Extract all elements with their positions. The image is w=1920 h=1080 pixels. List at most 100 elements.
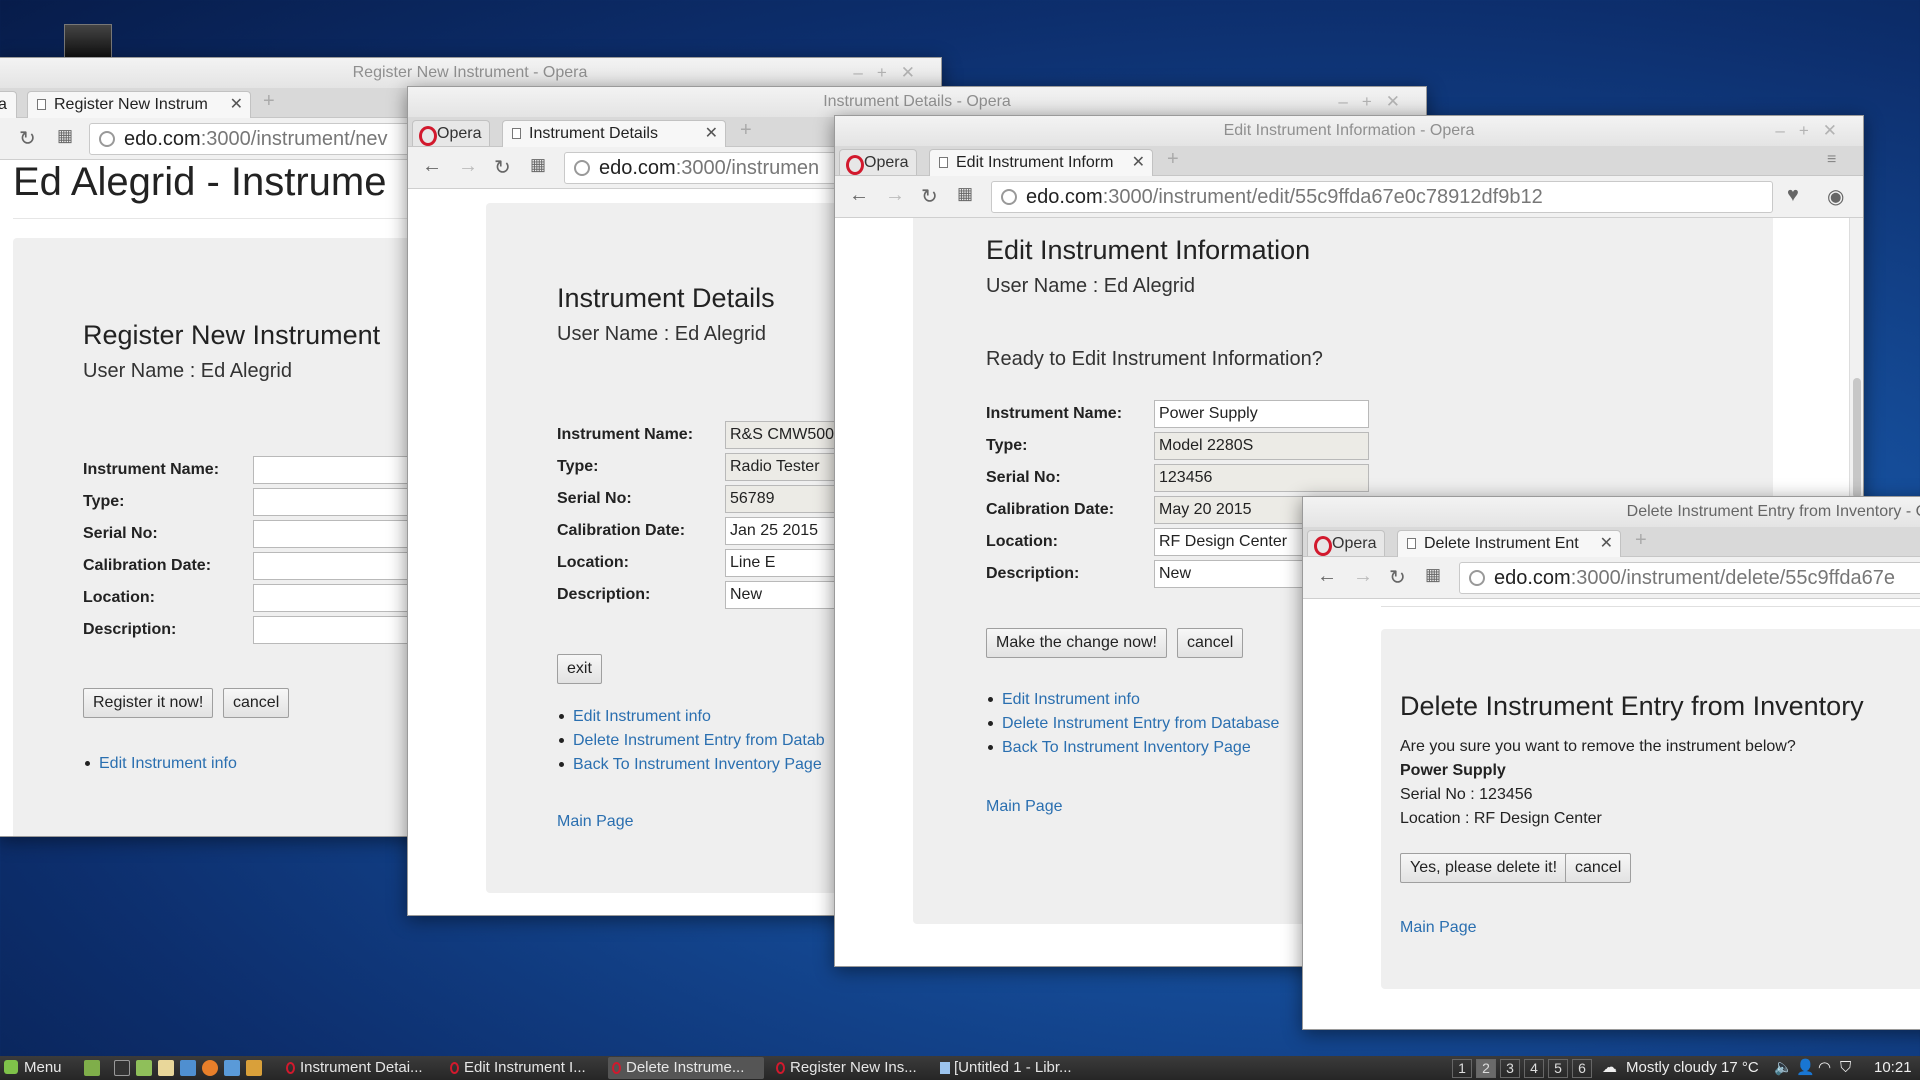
- close-tab-icon[interactable]: ✕: [705, 121, 718, 147]
- opera-menu-button[interactable]: Opera: [1307, 530, 1386, 556]
- main-page-link[interactable]: Main Page: [557, 813, 634, 831]
- workspace-4[interactable]: 4: [1524, 1059, 1544, 1078]
- desktop-icon[interactable]: [64, 24, 112, 58]
- close-tab-icon[interactable]: ✕: [230, 92, 243, 118]
- taskbar-item-edit[interactable]: Edit Instrument I...: [446, 1057, 602, 1079]
- back-to-inventory-link[interactable]: Back To Instrument Inventory Page: [557, 753, 825, 777]
- delete-instrument-link[interactable]: Delete Instrument Entry from Database: [986, 712, 1279, 736]
- main-page-link[interactable]: Main Page: [1400, 919, 1477, 937]
- main-page-link[interactable]: Main Page: [986, 798, 1063, 816]
- tab-menu-icon[interactable]: ≡: [1827, 151, 1836, 169]
- instrument-name-input[interactable]: Power Supply: [1154, 400, 1369, 428]
- back-icon[interactable]: ←: [1317, 565, 1337, 588]
- show-desktop-icon[interactable]: [84, 1060, 100, 1076]
- network-icon[interactable]: ◠: [1818, 1056, 1831, 1080]
- new-tab-icon[interactable]: +: [263, 90, 275, 113]
- delete-toolbar: ← → ↻ ▦ edo.com:3000/instrument/delete/5…: [1303, 557, 1920, 599]
- terminal-icon[interactable]: [114, 1060, 130, 1076]
- weather-icon[interactable]: ☁: [1602, 1056, 1617, 1080]
- reload-icon[interactable]: ↻: [1389, 565, 1406, 590]
- workspace-3[interactable]: 3: [1500, 1059, 1520, 1078]
- cancel-button[interactable]: cancel: [1565, 853, 1632, 883]
- window-controls[interactable]: –+✕: [853, 58, 929, 88]
- type-input[interactable]: Model 2280S: [1154, 432, 1369, 460]
- new-tab-icon[interactable]: +: [740, 119, 752, 142]
- new-tab-icon[interactable]: +: [1635, 529, 1647, 552]
- workspace-2[interactable]: 2: [1476, 1059, 1496, 1078]
- files-icon[interactable]: [136, 1060, 152, 1076]
- taskbar-item-delete[interactable]: Delete Instrume...: [608, 1057, 764, 1079]
- speed-dial-icon[interactable]: ▦: [57, 126, 73, 146]
- site-info-icon[interactable]: [99, 131, 115, 147]
- details-titlebar[interactable]: Instrument Details - Opera –+✕: [408, 87, 1426, 117]
- bookmark-heart-icon[interactable]: ♥: [1787, 184, 1799, 207]
- workspace-6[interactable]: 6: [1572, 1059, 1592, 1078]
- cancel-button[interactable]: cancel: [223, 688, 290, 718]
- user-icon[interactable]: 👤: [1796, 1056, 1815, 1080]
- serial-input[interactable]: 123456: [1154, 464, 1369, 492]
- tab-register[interactable]: Register New Instrum ✕: [27, 91, 251, 119]
- edit-instrument-link[interactable]: Edit Instrument info: [986, 688, 1279, 712]
- forward-icon[interactable]: →: [885, 184, 905, 207]
- tab-delete[interactable]: Delete Instrument Ent ✕: [1397, 530, 1621, 558]
- edit-instrument-link[interactable]: Edit Instrument info: [83, 752, 237, 776]
- window-controls[interactable]: –+✕: [1775, 116, 1851, 146]
- firefox-icon[interactable]: [202, 1060, 218, 1076]
- workspace-5[interactable]: 5: [1548, 1059, 1568, 1078]
- confirm-delete-button[interactable]: Yes, please delete it!: [1400, 853, 1568, 883]
- edit-titlebar[interactable]: Edit Instrument Information - Opera –+✕: [835, 116, 1863, 146]
- start-menu-button[interactable]: Menu: [4, 1056, 62, 1080]
- delete-titlebar[interactable]: Delete Instrument Entry from Inventory -…: [1303, 497, 1920, 527]
- address-bar[interactable]: edo.com:3000/instrument/delete/55c9ffda6…: [1459, 562, 1920, 594]
- make-change-button[interactable]: Make the change now!: [986, 628, 1167, 658]
- site-info-icon[interactable]: [1469, 570, 1485, 586]
- new-tab-icon[interactable]: +: [1167, 148, 1179, 171]
- close-tab-icon[interactable]: ✕: [1132, 150, 1145, 176]
- text-editor-icon[interactable]: [158, 1060, 174, 1076]
- forward-icon[interactable]: →: [458, 155, 478, 178]
- reload-icon[interactable]: ↻: [921, 184, 938, 209]
- tab-strip: Opera Delete Instrument Ent ✕ +: [1303, 527, 1920, 558]
- back-to-inventory-link[interactable]: Back To Instrument Inventory Page: [986, 736, 1279, 760]
- field-row: Type: Model 2280S: [986, 432, 1486, 460]
- opera-menu-button[interactable]: Opera: [839, 149, 918, 175]
- tab-details[interactable]: Instrument Details ✕: [502, 120, 726, 148]
- speed-dial-icon[interactable]: ▦: [1425, 565, 1441, 585]
- exit-button[interactable]: exit: [557, 654, 602, 684]
- workspace-1[interactable]: 1: [1452, 1059, 1472, 1078]
- speed-dial-icon[interactable]: ▦: [957, 184, 973, 204]
- back-icon[interactable]: ←: [422, 155, 442, 178]
- delete-instrument-link[interactable]: Delete Instrument Entry from Datab: [557, 729, 825, 753]
- site-info-icon[interactable]: [1001, 189, 1017, 205]
- register-button[interactable]: Register it now!: [83, 688, 214, 718]
- register-titlebar[interactable]: Register New Instrument - Opera –+✕: [0, 58, 941, 88]
- close-tab-icon[interactable]: ✕: [1600, 531, 1613, 557]
- edit-instrument-link[interactable]: Edit Instrument info: [557, 705, 825, 729]
- account-icon[interactable]: ◉: [1827, 184, 1844, 209]
- address-bar[interactable]: edo.com:3000/instrument/edit/55c9ffda67e…: [991, 181, 1773, 213]
- shield-icon[interactable]: ⛉: [1840, 1056, 1851, 1080]
- cancel-button[interactable]: cancel: [1177, 628, 1244, 658]
- window-title: Register New Instrument - Opera: [352, 64, 588, 81]
- reload-icon[interactable]: ↻: [494, 155, 511, 180]
- tab-edit[interactable]: Edit Instrument Inform ✕: [929, 149, 1153, 177]
- window-controls[interactable]: –+✕: [1338, 87, 1414, 117]
- taskbar-item-libreoffice[interactable]: [Untitled 1 - Libr...: [936, 1057, 1092, 1079]
- reload-icon[interactable]: ↻: [19, 126, 36, 151]
- settings-icon[interactable]: [224, 1060, 240, 1076]
- taskbar-item-details[interactable]: Instrument Detai...: [282, 1057, 438, 1079]
- tab-previous[interactable]: a: [0, 91, 17, 119]
- edit-heading: Edit Instrument Information: [986, 235, 1311, 265]
- scrollbar-thumb[interactable]: [1853, 378, 1861, 498]
- speed-dial-icon[interactable]: ▦: [530, 155, 546, 175]
- taskbar-item-register[interactable]: Register New Ins...: [772, 1057, 928, 1079]
- forward-icon[interactable]: →: [1353, 565, 1373, 588]
- weather-text[interactable]: Mostly cloudy 17 °C: [1626, 1056, 1759, 1080]
- monitor-icon[interactable]: [246, 1060, 262, 1076]
- site-info-icon[interactable]: [574, 160, 590, 176]
- opera-menu-button[interactable]: Opera: [412, 120, 491, 146]
- clock[interactable]: 10:21: [1874, 1056, 1912, 1080]
- browser-icon[interactable]: [180, 1060, 196, 1076]
- back-icon[interactable]: ←: [849, 184, 869, 207]
- volume-icon[interactable]: 🔈: [1774, 1056, 1793, 1080]
